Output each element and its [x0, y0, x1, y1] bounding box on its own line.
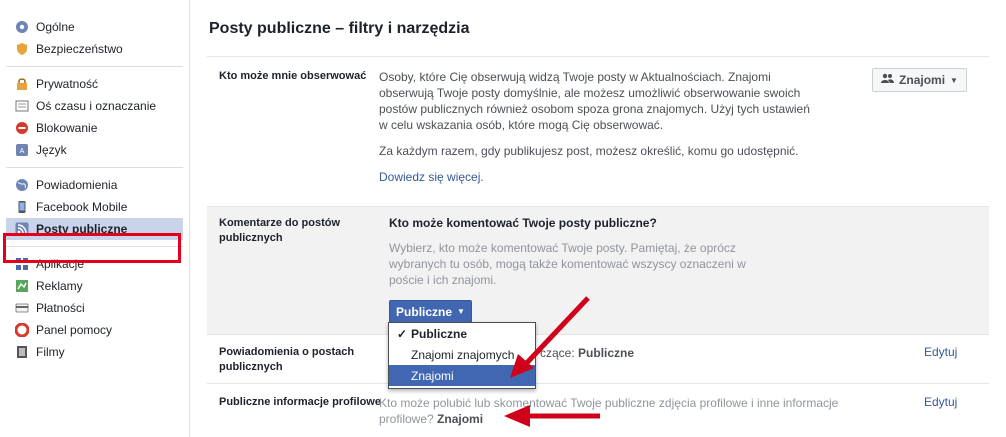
- sidebar-item-film[interactable]: Filmy: [6, 341, 183, 363]
- edit-profile-info-link[interactable]: Edytuj: [924, 395, 957, 409]
- sidebar-item-language[interactable]: A Język: [6, 139, 183, 161]
- check-icon: ✓: [397, 326, 408, 341]
- sidebar-item-lifebuoy[interactable]: Panel pomocy: [6, 319, 183, 341]
- follow-audience-button[interactable]: Znajomi ▼: [872, 68, 967, 92]
- page-title: Posty publiczne – filtry i narzędzia: [209, 20, 470, 37]
- sidebar-item-label: Bezpieczeństwo: [36, 42, 123, 56]
- divider: [207, 206, 989, 207]
- sidebar-item-label: Ogólne: [36, 20, 75, 34]
- sidebar-item-label: Oś czasu i oznaczanie: [36, 99, 157, 113]
- divider: [207, 56, 989, 57]
- sidebar-group: Aplikacje Reklamy Płatności Panel pomocy Fil…: [6, 247, 183, 369]
- follow-audience-label: Znajomi: [899, 73, 946, 87]
- sidebar-item-label: Reklamy: [36, 279, 83, 293]
- sidebar-item-label: Filmy: [36, 345, 65, 359]
- learn-more-link[interactable]: Dowiedz się więcej.: [379, 169, 484, 185]
- chevron-down-icon: ▼: [950, 75, 958, 85]
- card-icon: [14, 300, 30, 316]
- edit-notifications-link[interactable]: Edytuj: [924, 345, 957, 359]
- comments-audience-label: Publiczne: [396, 304, 453, 319]
- sidebar-item-lock[interactable]: Prywatność: [6, 73, 183, 95]
- sidebar-item-label: Panel pomocy: [36, 323, 113, 337]
- sidebar-item-shield[interactable]: Bezpieczeństwo: [6, 38, 183, 60]
- sidebar-item-label: Powiadomienia: [36, 178, 118, 192]
- sidebar-item-label: Facebook Mobile: [36, 200, 128, 214]
- shield-icon: [14, 41, 30, 57]
- red-arrow-annotation: [504, 405, 600, 427]
- film-icon: [14, 344, 30, 360]
- notifications-label: Powiadomienia o postach publicznych: [219, 346, 355, 373]
- profile-info-text: Kto może polubić lub skomentować Twoje p…: [379, 395, 859, 427]
- sidebar-item-label: Język: [36, 143, 67, 157]
- comments-question: Kto może komentować Twoje posty publiczn…: [389, 216, 657, 230]
- sidebar-item-label: Płatności: [36, 301, 85, 315]
- follow-label: Kto może mnie obserwować: [219, 70, 367, 82]
- sidebar-item-gear[interactable]: Ogólne: [6, 16, 183, 38]
- sidebar-item-ads[interactable]: Reklamy: [6, 275, 183, 297]
- lock-icon: [14, 76, 30, 92]
- settings-sidebar: Ogólne Bezpieczeństwo Prywatność Oś czasu i…: [0, 0, 190, 437]
- svg-text:A: A: [20, 148, 25, 155]
- highlight-box: [3, 233, 181, 263]
- comments-description: Wybierz, kto może komentować Twoje posty…: [389, 241, 746, 287]
- sidebar-item-card[interactable]: Płatności: [6, 297, 183, 319]
- comments-label: Komentarze do postów publicznych: [219, 217, 341, 244]
- sidebar-item-mobile[interactable]: Facebook Mobile: [6, 196, 183, 218]
- sidebar-item-timeline[interactable]: Oś czasu i oznaczanie: [6, 95, 183, 117]
- comments-audience-button[interactable]: Publiczne ▼: [389, 300, 472, 323]
- chevron-down-icon: ▼: [457, 307, 465, 316]
- divider: [207, 383, 989, 384]
- lifebuoy-icon: [14, 322, 30, 338]
- sidebar-item-globe[interactable]: Powiadomienia: [6, 174, 183, 196]
- profile-info-label: Publiczne informacje profilowe: [219, 396, 381, 408]
- mobile-icon: [14, 199, 30, 215]
- globe-icon: [14, 177, 30, 193]
- sidebar-group: Ogólne Bezpieczeństwo: [6, 0, 183, 67]
- sidebar-item-block[interactable]: Blokowanie: [6, 117, 183, 139]
- timeline-icon: [14, 98, 30, 114]
- red-arrow-annotation: [510, 296, 590, 378]
- dropdown-option-label: Znajomi znajomych: [411, 347, 515, 362]
- follow-note: Za każdym razem, gdy publikujesz post, m…: [379, 144, 799, 158]
- gear-icon: [14, 19, 30, 35]
- sidebar-group: Prywatność Oś czasu i oznaczanie Blokowani…: [6, 67, 183, 168]
- sidebar-item-label: Blokowanie: [36, 121, 98, 135]
- ads-icon: [14, 278, 30, 294]
- dropdown-option-label: Publiczne: [411, 326, 468, 341]
- sidebar-item-label: Prywatność: [36, 77, 99, 91]
- block-icon: [14, 120, 30, 136]
- friends-icon: [881, 73, 895, 87]
- follow-description: Osoby, które Cię obserwują widzą Twoje p…: [379, 70, 810, 132]
- profile-info-value: Znajomi: [437, 412, 484, 426]
- language-icon: A: [14, 142, 30, 158]
- dropdown-option-label: Znajomi: [411, 368, 454, 383]
